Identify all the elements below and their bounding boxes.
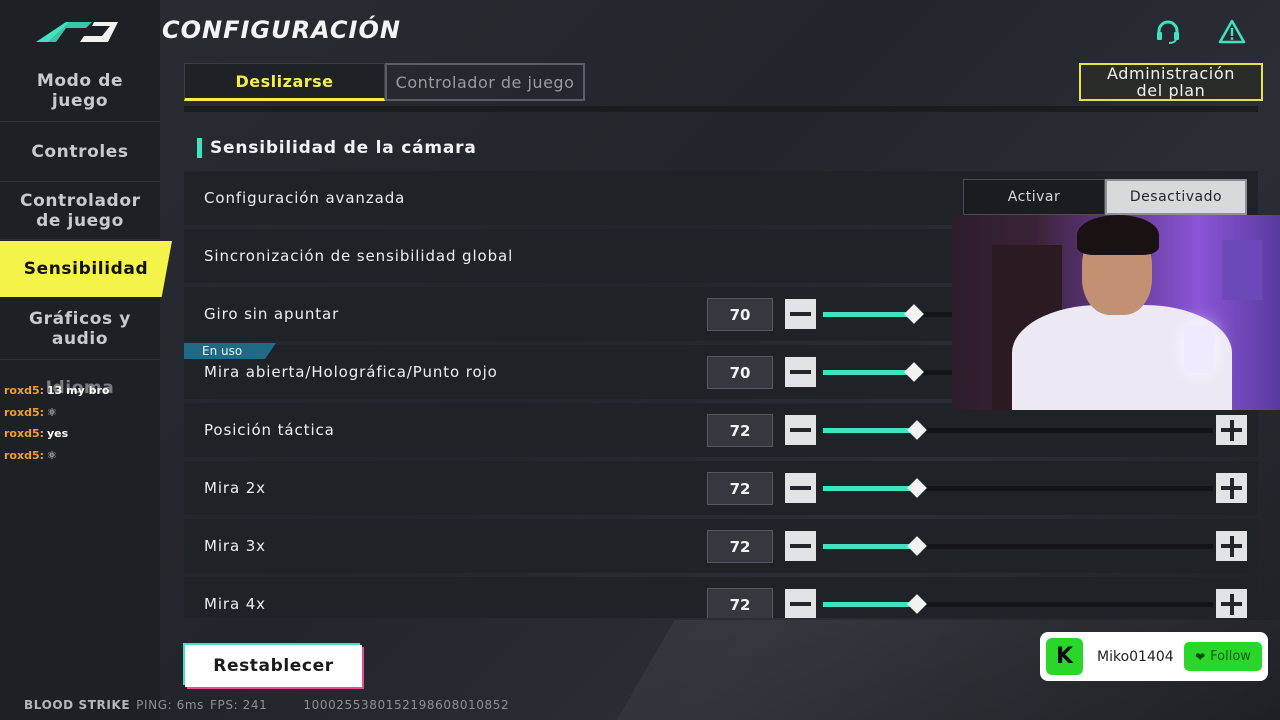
slider-thumb[interactable] (904, 362, 924, 382)
decrease-button[interactable] (785, 357, 816, 387)
follow-card: K Miko01404 ❤ Follow (1040, 632, 1268, 681)
sidebar: Modo de juego Controles Controlador de j… (0, 0, 172, 720)
value-input[interactable]: 72 (707, 472, 773, 505)
emote-icon: ⚛ (47, 405, 57, 419)
emote-icon: ⚛ (47, 448, 57, 462)
slider-fill (823, 486, 917, 491)
slider-row: Posición táctica 72 (184, 403, 1258, 457)
slider-fill (823, 428, 917, 433)
headset-icon[interactable] (1154, 18, 1182, 46)
slider-track[interactable] (823, 536, 1213, 556)
toggle-activate[interactable]: Activar (963, 179, 1105, 215)
increase-button[interactable] (1216, 531, 1247, 561)
sidebar-item-controller[interactable]: Controlador de juego (0, 182, 160, 240)
slider-row: Mira 3x 72 (184, 519, 1258, 573)
chat-message: roxd5: 13 my bro (4, 384, 110, 398)
tab-slide[interactable]: Deslizarse (184, 63, 385, 101)
status-footer: BLOOD STRIKE PING: 6ms FPS: 241 10002553… (24, 698, 510, 712)
microphone (1184, 325, 1214, 373)
decrease-button[interactable] (785, 415, 816, 445)
value-input[interactable]: 72 (707, 530, 773, 563)
decrease-button[interactable] (785, 531, 816, 561)
game-logo-icon (36, 22, 118, 42)
slider-fill (823, 602, 917, 607)
chat-message: roxd5: ⚛ (4, 448, 57, 462)
follow-username: Miko01404 (1097, 648, 1174, 665)
follow-button[interactable]: ❤ Follow (1184, 642, 1262, 671)
reset-button[interactable]: Restablecer (185, 645, 362, 687)
slider-fill (823, 544, 917, 549)
increase-button[interactable] (1216, 415, 1247, 445)
sidebar-item-graphics-audio[interactable]: Gráficos y audio (0, 298, 160, 360)
mode-tabs: Deslizarse Controlador de juego (184, 63, 585, 101)
increase-button[interactable] (1216, 473, 1247, 503)
slider-thumb[interactable] (907, 420, 927, 440)
slider-track[interactable] (823, 594, 1213, 614)
decrease-button[interactable] (785, 299, 816, 329)
slider-thumb[interactable] (907, 536, 927, 556)
streamer-hair (1077, 215, 1159, 255)
slider-fill (823, 370, 914, 375)
slider-row: Mira 4x 72 (184, 577, 1258, 618)
value-input[interactable]: 70 (707, 298, 773, 331)
divider (184, 106, 1258, 112)
webcam-overlay (952, 215, 1280, 410)
section-accent-bar (197, 138, 202, 158)
slider-fill (823, 312, 914, 317)
decrease-button[interactable] (785, 589, 816, 618)
slider-track[interactable] (823, 420, 1213, 440)
page-title: CONFIGURACIÓN (162, 16, 401, 44)
chat-message: roxd5: yes (4, 427, 69, 441)
slider-thumb[interactable] (907, 478, 927, 498)
sidebar-item-sensitivity[interactable]: Sensibilidad (0, 241, 172, 297)
sidebar-item-game-mode[interactable]: Modo de juego (0, 60, 160, 122)
tab-gamepad[interactable]: Controlador de juego (385, 63, 585, 101)
toggle-deactivated[interactable]: Desactivado (1105, 179, 1247, 215)
warning-icon[interactable] (1218, 18, 1246, 46)
slider-thumb[interactable] (904, 304, 924, 324)
plan-management-button[interactable]: Administración del plan (1079, 63, 1263, 101)
background-light (1222, 240, 1262, 300)
stream-chat: roxd5: 13 my bro roxd5: ⚛ roxd5: yes rox… (4, 380, 154, 466)
sidebar-item-controls[interactable]: Controles (0, 122, 160, 182)
slider-row: Mira 2x 72 (184, 461, 1258, 515)
decrease-button[interactable] (785, 473, 816, 503)
section-title: Sensibilidad de la cámara (197, 137, 477, 159)
value-input[interactable]: 72 (707, 588, 773, 618)
chat-message: roxd5: ⚛ (4, 405, 57, 419)
slider-track[interactable] (823, 478, 1213, 498)
value-input[interactable]: 70 (707, 356, 773, 389)
heart-icon: ❤ (1195, 649, 1206, 664)
increase-button[interactable] (1216, 589, 1247, 618)
slider-thumb[interactable] (907, 594, 927, 614)
kick-logo-icon: K (1046, 638, 1083, 675)
value-input[interactable]: 72 (707, 414, 773, 447)
